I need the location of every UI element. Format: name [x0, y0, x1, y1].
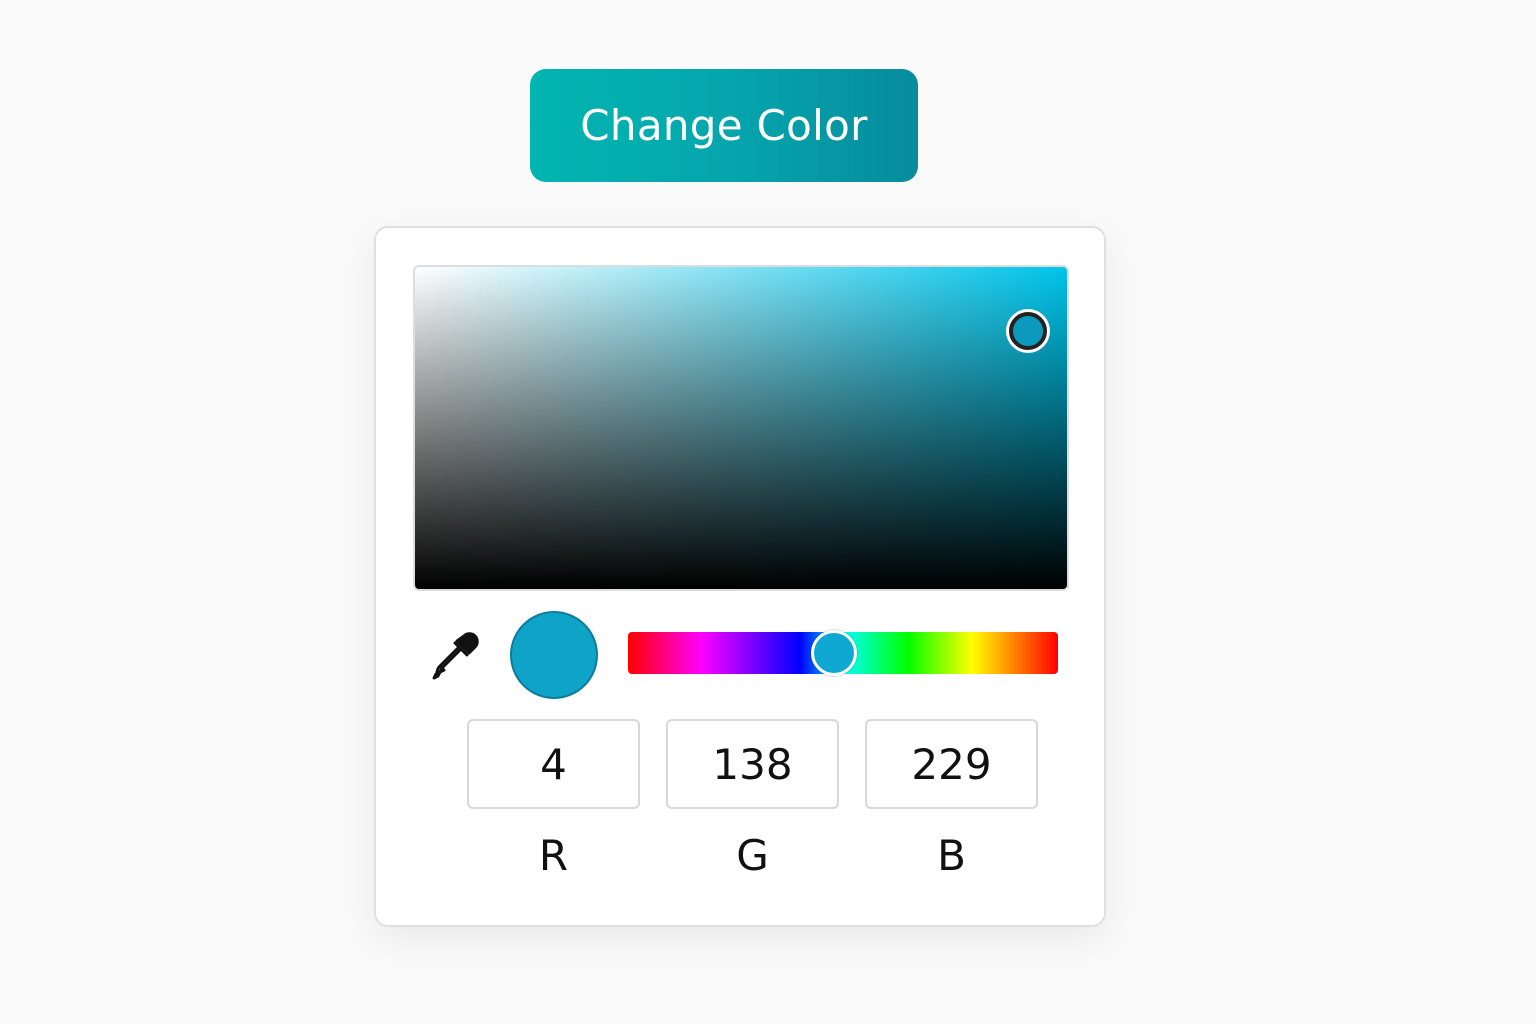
saturation-value-handle[interactable]	[1008, 312, 1047, 351]
blue-value-input[interactable]	[865, 719, 1038, 809]
green-value-input[interactable]	[666, 719, 839, 809]
green-label: G	[736, 831, 769, 880]
eyedropper-icon[interactable]	[428, 630, 480, 682]
hue-slider[interactable]	[628, 630, 1058, 676]
blue-label: B	[937, 831, 966, 880]
red-label: R	[538, 831, 569, 880]
saturation-value-area[interactable]	[413, 265, 1069, 591]
color-picker-panel: R G B	[374, 226, 1106, 927]
change-color-button[interactable]: Change Color	[530, 69, 918, 182]
current-color-swatch	[510, 611, 598, 699]
hue-slider-thumb[interactable]	[811, 630, 858, 676]
red-value-input[interactable]	[467, 719, 640, 809]
